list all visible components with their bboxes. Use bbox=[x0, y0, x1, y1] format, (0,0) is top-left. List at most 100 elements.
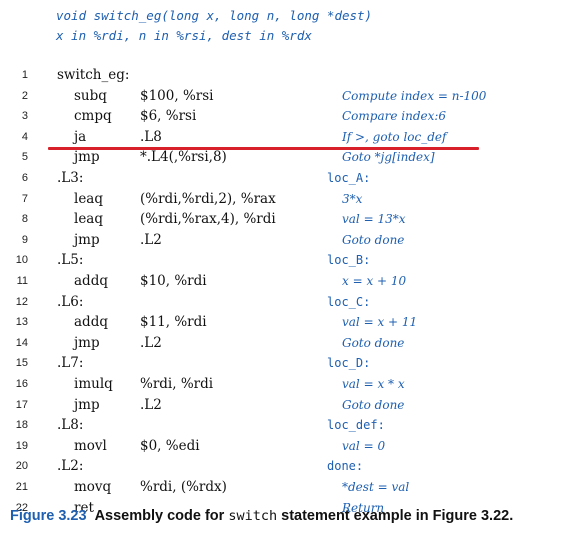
line-number: 18 bbox=[15, 419, 28, 432]
code-line: 6 .L3: loc_A: bbox=[0, 169, 572, 189]
figure-caption: Figure 3.23 Assembly code for switch stat… bbox=[10, 508, 513, 524]
code-line: 5 jmp *.L4(,%rsi,8) Goto *jg[index] bbox=[0, 148, 572, 168]
instruction-operands: $11, %rdi bbox=[140, 314, 207, 331]
line-number: 16 bbox=[15, 378, 28, 390]
caption-text-after: statement example in Figure 3.22. bbox=[277, 508, 514, 524]
code-line: 18 .L8: loc_def: bbox=[0, 416, 572, 436]
instruction-mnemonic: subq bbox=[74, 87, 107, 104]
code-line: 21 movq %rdi, (%rdx) *dest = val bbox=[0, 478, 572, 498]
instruction-mnemonic: imulq bbox=[74, 376, 113, 392]
instruction-mnemonic: cmpq bbox=[74, 108, 112, 125]
code-comment: val = 0 bbox=[342, 438, 386, 453]
instruction-operands: .L2 bbox=[140, 334, 162, 351]
code-line: 14 jmp .L2 Goto done bbox=[0, 334, 572, 354]
instruction-mnemonic: ja bbox=[74, 128, 87, 145]
code-line: 16 imulq %rdi, %rdi val = x * x bbox=[0, 375, 572, 395]
code-comment: loc_def: bbox=[327, 418, 385, 433]
instruction-operands: $6, %rsi bbox=[140, 108, 197, 125]
instruction-mnemonic: movl bbox=[74, 437, 107, 454]
line-number: 2 bbox=[21, 89, 28, 102]
code-comment: Compute index = n-100 bbox=[342, 88, 487, 103]
code-line: 3 cmpq $6, %rsi Compare index:6 bbox=[0, 107, 572, 127]
code-line: 9 jmp .L2 Goto done bbox=[0, 231, 572, 251]
instruction-operands: .L2 bbox=[140, 231, 162, 248]
instruction-operands: (%rdi,%rdi,2), %rax bbox=[140, 190, 276, 207]
instruction-mnemonic: jmp bbox=[74, 231, 100, 248]
code-label: .L3: bbox=[57, 170, 84, 186]
code-comment: val = x * x bbox=[342, 377, 405, 391]
code-comment: val = 13*x bbox=[342, 212, 406, 227]
line-number: 17 bbox=[15, 398, 28, 411]
code-comment: *dest = val bbox=[342, 480, 410, 494]
code-label: .L6: bbox=[57, 293, 84, 310]
line-number: 14 bbox=[15, 336, 28, 349]
code-comment: loc_B: bbox=[327, 253, 371, 268]
instruction-mnemonic: jmp bbox=[74, 334, 100, 351]
line-number: 11 bbox=[16, 275, 28, 287]
code-line: 19 movl $0, %edi val = 0 bbox=[0, 437, 572, 457]
line-number: 3 bbox=[21, 110, 28, 123]
code-comment: Goto done bbox=[342, 397, 405, 412]
code-comment: loc_C: bbox=[327, 294, 371, 309]
code-label: switch_eg: bbox=[57, 67, 130, 83]
register-mapping: x in %rdi, n in %rsi, dest in %rdx bbox=[56, 28, 312, 43]
line-number: 10 bbox=[15, 254, 28, 267]
instruction-mnemonic: addq bbox=[74, 314, 108, 331]
code-comment: x = x + 10 bbox=[342, 274, 407, 288]
code-label: .L8: bbox=[57, 417, 84, 434]
line-number: 9 bbox=[21, 233, 28, 246]
code-comment: 3*x bbox=[342, 191, 363, 206]
code-line: 13 addq $11, %rdi val = x + 11 bbox=[0, 313, 572, 333]
line-number: 12 bbox=[15, 295, 28, 308]
line-number: 6 bbox=[21, 172, 28, 184]
code-comment: Goto done bbox=[342, 335, 405, 350]
line-number: 15 bbox=[15, 357, 28, 370]
line-number: 8 bbox=[21, 213, 28, 226]
caption-text-before: Assembly code for bbox=[94, 508, 229, 524]
code-line: 10 .L5: loc_B: bbox=[0, 251, 572, 271]
line-number: 21 bbox=[15, 481, 28, 493]
instruction-mnemonic: addq bbox=[74, 273, 108, 289]
instruction-mnemonic: leaq bbox=[74, 211, 103, 228]
code-comment: val = x + 11 bbox=[342, 315, 418, 330]
code-comment: Goto *jg[index] bbox=[342, 150, 435, 165]
code-label: .L7: bbox=[57, 355, 84, 372]
line-number: 19 bbox=[15, 439, 28, 452]
code-line: 17 jmp .L2 Goto done bbox=[0, 396, 572, 416]
code-comment: done: bbox=[327, 459, 364, 474]
code-label: .L5: bbox=[57, 252, 84, 269]
instruction-operands: (%rdi,%rax,4), %rdi bbox=[140, 211, 276, 228]
instruction-operands: %rdi, (%rdx) bbox=[140, 479, 227, 495]
instruction-operands: .L2 bbox=[140, 396, 162, 413]
instruction-operands: .L8 bbox=[140, 128, 162, 145]
code-comment: Goto done bbox=[342, 232, 405, 247]
code-label: .L2: bbox=[57, 458, 84, 475]
instruction-operands: $10, %rdi bbox=[140, 273, 207, 289]
code-line: 20 .L2: done: bbox=[0, 457, 572, 477]
instruction-operands: *.L4(,%rsi,8) bbox=[140, 149, 227, 166]
code-line: 7 leaq (%rdi,%rdi,2), %rax 3*x bbox=[0, 190, 572, 210]
figure-number: Figure 3.23 bbox=[10, 508, 87, 524]
code-comment: loc_A: bbox=[327, 171, 371, 185]
line-number: 20 bbox=[15, 460, 28, 473]
line-number: 4 bbox=[21, 130, 28, 143]
instruction-operands: $0, %edi bbox=[140, 437, 200, 454]
line-number: 13 bbox=[15, 316, 28, 329]
code-line: 8 leaq (%rdi,%rax,4), %rdi val = 13*x bbox=[0, 210, 572, 230]
instruction-mnemonic: leaq bbox=[74, 190, 103, 207]
line-number: 7 bbox=[21, 192, 28, 205]
line-number: 5 bbox=[21, 151, 28, 164]
function-signature: void switch_eg(long x, long n, long *des… bbox=[56, 8, 373, 23]
code-line: 2 subq $100, %rsi Compute index = n-100 bbox=[0, 87, 572, 107]
code-line: 4 ja .L8 If >, goto loc_def bbox=[0, 128, 572, 148]
code-comment: loc_D: bbox=[327, 356, 371, 371]
caption-keyword: switch bbox=[228, 508, 278, 524]
instruction-operands: %rdi, %rdi bbox=[140, 376, 214, 392]
code-line: 12 .L6: loc_C: bbox=[0, 293, 572, 313]
code-comment: Compare index:6 bbox=[342, 109, 447, 124]
code-line: 1 switch_eg: bbox=[0, 66, 572, 86]
instruction-operands: $100, %rsi bbox=[140, 87, 214, 104]
code-line: 11 addq $10, %rdi x = x + 10 bbox=[0, 272, 572, 292]
instruction-mnemonic: jmp bbox=[74, 396, 100, 413]
highlight-rule bbox=[48, 147, 479, 150]
